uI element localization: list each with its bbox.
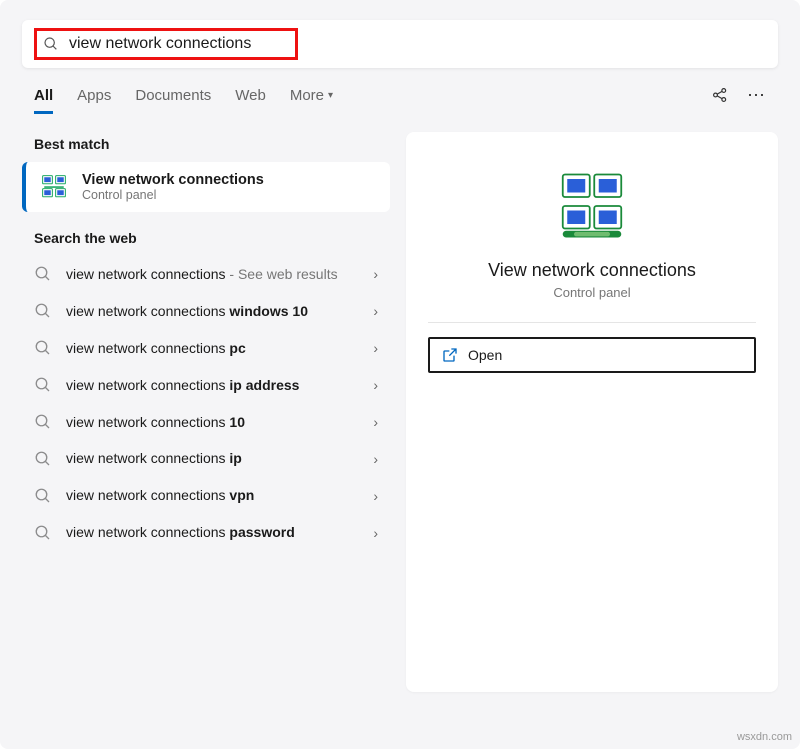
web-result-item[interactable]: view network connections windows 10 › [22,293,390,330]
chevron-right-icon: › [373,451,378,467]
chevron-right-icon: › [373,377,378,393]
web-result-item[interactable]: view network connections ip › [22,440,390,477]
web-result-text: view network connections password [66,523,359,542]
web-result-item[interactable]: view network connections vpn › [22,477,390,514]
detail-card: View network connections Control panel O… [406,132,778,692]
chevron-right-icon: › [373,414,378,430]
share-icon[interactable] [711,86,729,104]
open-button[interactable]: Open [428,337,756,373]
web-result-item[interactable]: view network connections 10 › [22,404,390,441]
watermark: wsxdn.com [737,731,792,743]
chevron-right-icon: › [373,340,378,356]
tabs: All Apps Documents Web More ▾ [34,87,333,114]
detail-subtitle: Control panel [553,285,630,300]
divider [428,322,756,323]
tab-more[interactable]: More ▾ [290,87,333,114]
search-icon [34,376,52,394]
web-result-text: view network connections - See web resul… [66,265,359,284]
search-icon [34,265,52,283]
best-match-title: View network connections [82,172,264,188]
content-area: Best match View [0,114,800,749]
search-bar[interactable] [22,20,778,68]
header-actions: ⋯ [711,86,766,114]
best-match-subtitle: Control panel [82,188,264,202]
search-icon [34,339,52,357]
search-icon [34,302,52,320]
chevron-right-icon: › [373,303,378,319]
search-icon [34,524,52,542]
search-web-header: Search the web [22,226,390,256]
best-match-item[interactable]: View network connections Control panel [22,162,390,212]
chevron-right-icon: › [373,488,378,504]
web-result-item[interactable]: view network connections ip address › [22,367,390,404]
chevron-down-icon: ▾ [328,90,333,101]
search-bar-wrap [0,0,800,72]
web-result-text: view network connections ip address [66,376,359,395]
search-panel: All Apps Documents Web More ▾ ⋯ Best mat… [0,0,800,749]
search-icon [43,36,59,52]
web-result-text: view network connections pc [66,339,359,358]
web-result-text: view network connections ip [66,449,359,468]
web-result-item[interactable]: view network connections password › [22,514,390,551]
web-result-text: view network connections windows 10 [66,302,359,321]
web-result-item[interactable]: view network connections - See web resul… [22,256,390,293]
search-icon [34,487,52,505]
tab-apps[interactable]: Apps [77,87,111,114]
open-external-icon [442,347,458,363]
web-result-text: view network connections 10 [66,413,359,432]
chevron-right-icon: › [373,525,378,541]
network-connections-icon [40,173,68,201]
web-result-text: view network connections vpn [66,486,359,505]
tabs-row: All Apps Documents Web More ▾ ⋯ [0,72,800,114]
results-column: Best match View [22,132,390,749]
best-match-text: View network connections Control panel [82,172,264,202]
chevron-right-icon: › [373,266,378,282]
detail-column: View network connections Control panel O… [406,132,778,749]
search-input[interactable] [69,35,289,53]
web-results-list: view network connections - See web resul… [22,256,390,551]
open-button-label: Open [468,347,502,363]
search-icon [34,413,52,431]
detail-title: View network connections [488,260,696,281]
search-icon [34,450,52,468]
tab-documents[interactable]: Documents [135,87,211,114]
best-match-header: Best match [22,132,390,162]
web-result-item[interactable]: view network connections pc › [22,330,390,367]
more-options-icon[interactable]: ⋯ [747,86,766,104]
network-connections-icon-large [556,170,628,242]
tab-web[interactable]: Web [235,87,266,114]
tab-more-label: More [290,87,324,104]
search-highlight-box [34,28,298,60]
tab-all[interactable]: All [34,87,53,114]
